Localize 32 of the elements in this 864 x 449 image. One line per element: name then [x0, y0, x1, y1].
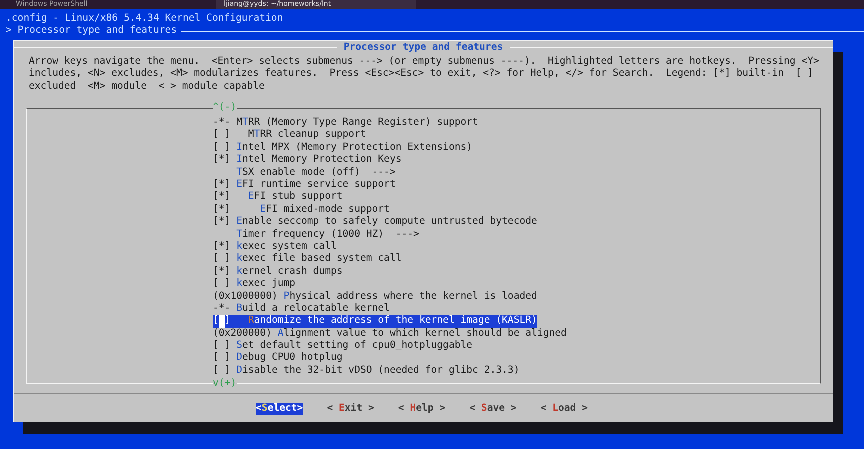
breadcrumb: > Processor type and features: [6, 25, 178, 38]
dialog-title: Processor type and features: [336, 42, 510, 54]
scroll-down-indicator: v(+): [213, 378, 237, 390]
menu-item[interactable]: [ ] Randomize the address of the kernel image (KASLR): [213, 315, 538, 328]
menu-item[interactable]: [*] I ntel Memory Protection Keys: [213, 154, 402, 167]
menu-button[interactable]: <Select>: [256, 403, 304, 416]
menu-item[interactable]: -*- MTRR (Memory Type Range Register) support: [213, 117, 478, 130]
menu-item[interactable]: [*] EFI runtime service support: [213, 178, 396, 192]
menu-item[interactable]: (0x1000000) Physical address where the kernel is loaded: [213, 290, 538, 303]
menu-item[interactable]: [*] kernel crash dumps: [213, 266, 343, 278]
menu-item[interactable]: [ ] Debug CPU0 hotplug: [213, 352, 343, 365]
menu-button[interactable]: < Help >: [398, 403, 446, 416]
menu-item[interactable]: [*] kexec system call: [213, 240, 337, 254]
menu-button[interactable]: < Exit >: [327, 403, 374, 416]
menu-item[interactable]: -*- Build a relocatable kernel: [213, 302, 390, 316]
menu-item[interactable]: [ ] kexec jump: [213, 278, 296, 290]
menu-item[interactable]: [ ] MTRR cleanup support: [213, 129, 366, 142]
menu-item[interactable]: TSX enable mode (off) --->: [213, 166, 396, 179]
menu-item[interactable]: (0x200000) Alignment value to which kernel should be aligned: [213, 328, 567, 340]
menu-item[interactable]: [ ] Set default setting of cpu0_hotpluggable: [213, 340, 473, 352]
menu-button[interactable]: < Load >: [540, 403, 588, 416]
menu-item[interactable]: [ ] kexec file based system call: [213, 253, 402, 266]
menu-button[interactable]: < Save >: [470, 403, 517, 416]
menu-item[interactable]: [*] Enable seccomp to safely compute untrusted bytecode: [213, 216, 538, 229]
menu-item[interactable]: [*] EFI stub support: [213, 191, 343, 204]
window-title: .config - Linux/x86 5.4.34 Kernel Configuration: [6, 13, 284, 26]
scroll-up-indicator: ^(-): [213, 102, 237, 114]
menu-item[interactable]: [*] EFI mixed-mode support: [213, 204, 390, 216]
help-text: Arrow keys navigate the menu. <Enter> selects submenus ---> (or empty submenus ----). Highlighted letters are hotkeys. Pressing <Y> includes, <N> excludes, <M> modularizes features. Press <Esc><Esc> to exit, <?> for Help, </> for Search. Legend: [*] built-in [ ] excluded <M> module < > module capable: [28, 54, 820, 94]
menu-item[interactable]: [ ] Disable the 32-bit vDSO (needed for glibc 2.3.3): [213, 364, 520, 378]
menu-item[interactable]: [ ] I ntel MPX (Memory Protection Extensions): [213, 142, 473, 154]
menu-item[interactable]: Timer frequency (1000 HZ) --->: [213, 228, 420, 241]
